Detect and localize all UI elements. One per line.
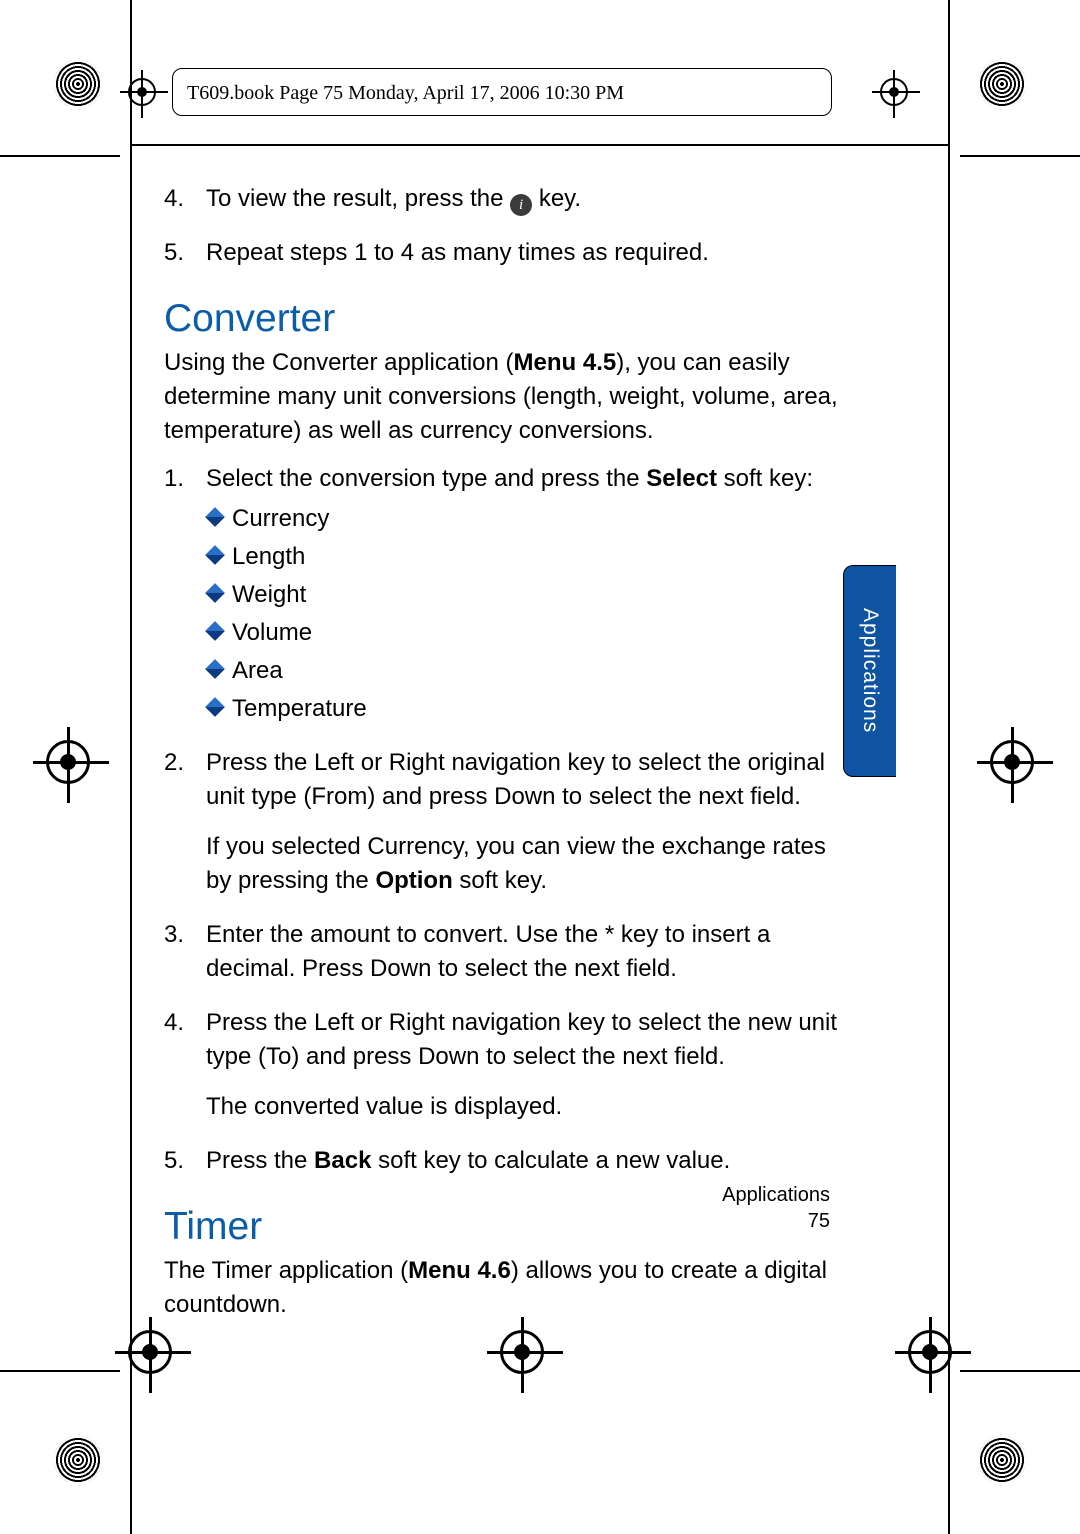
footer-page-number: 75 bbox=[670, 1208, 830, 1234]
list-item: 4. To view the result, press the i key. bbox=[164, 182, 844, 216]
i-key-icon: i bbox=[510, 194, 532, 216]
list-item: 2. Press the Left or Right navigation ke… bbox=[164, 746, 844, 898]
registration-mark-icon bbox=[880, 78, 908, 106]
bullet-item: Volume bbox=[206, 616, 844, 650]
list-item: 3. Enter the amount to convert. Use the … bbox=[164, 918, 844, 986]
bullet-item: Currency bbox=[206, 502, 844, 536]
list-item: 1. Select the conversion type and press … bbox=[164, 462, 844, 726]
bullet-item: Weight bbox=[206, 578, 844, 612]
crop-rule bbox=[960, 1370, 1080, 1372]
crop-rule bbox=[960, 155, 1080, 157]
registration-mark-icon bbox=[990, 740, 1034, 784]
bullet-item: Area bbox=[206, 654, 844, 688]
paragraph: Using the Converter application (Menu 4.… bbox=[164, 346, 844, 448]
crop-rule bbox=[0, 155, 120, 157]
paragraph: If you selected Currency, you can view t… bbox=[206, 830, 844, 898]
registration-mark-icon bbox=[908, 1330, 952, 1374]
bullet-item: Temperature bbox=[206, 692, 844, 726]
section-heading: Converter bbox=[164, 302, 844, 336]
menu-ref: Menu 4.5 bbox=[514, 349, 617, 376]
header-text: T609.book Page 75 Monday, April 17, 2006… bbox=[187, 82, 624, 104]
text: To view the result, press the bbox=[206, 185, 510, 212]
spiral-icon bbox=[54, 60, 102, 108]
page-body: 4. To view the result, press the i key. … bbox=[164, 182, 844, 1336]
registration-mark-icon bbox=[128, 78, 156, 106]
bullet-item: Length bbox=[206, 540, 844, 574]
item-number: 4. bbox=[164, 1006, 184, 1040]
bullet-list: Currency Length Weight Volume Area Tempe… bbox=[206, 502, 844, 726]
text: key. bbox=[539, 185, 581, 212]
tab-label: Applications bbox=[859, 608, 882, 733]
item-number: 5. bbox=[164, 1144, 184, 1178]
menu-ref: Menu 4.6 bbox=[408, 1257, 511, 1284]
item-number: 2. bbox=[164, 746, 184, 780]
list-item: 5. Press the Back soft key to calculate … bbox=[164, 1144, 844, 1178]
running-header: T609.book Page 75 Monday, April 17, 2006… bbox=[172, 68, 832, 116]
spiral-icon bbox=[54, 1436, 102, 1484]
section-tab: Applications bbox=[843, 565, 896, 777]
registration-mark-icon bbox=[128, 1330, 172, 1374]
paragraph: The Timer application (Menu 4.6) allows … bbox=[164, 1254, 844, 1322]
crop-rail-left bbox=[130, 0, 132, 1534]
crop-rule bbox=[0, 1370, 120, 1372]
numbered-list: 4. To view the result, press the i key. … bbox=[164, 182, 844, 270]
footer-section: Applications bbox=[670, 1182, 830, 1208]
list-item: 5. Repeat steps 1 to 4 as many times as … bbox=[164, 236, 844, 270]
spiral-icon bbox=[978, 1436, 1026, 1484]
text: Repeat steps 1 to 4 as many times as req… bbox=[206, 239, 709, 266]
header-rule bbox=[130, 144, 950, 146]
registration-mark-icon bbox=[46, 740, 90, 784]
item-number: 1. bbox=[164, 462, 184, 496]
item-number: 4. bbox=[164, 182, 184, 216]
paragraph: The converted value is displayed. bbox=[206, 1090, 844, 1124]
list-item: 4. Press the Left or Right navigation ke… bbox=[164, 1006, 844, 1124]
page-footer: Applications 75 bbox=[670, 1182, 830, 1234]
item-number: 5. bbox=[164, 236, 184, 270]
numbered-list: 1. Select the conversion type and press … bbox=[164, 462, 844, 1178]
spiral-icon bbox=[978, 60, 1026, 108]
crop-rail-right bbox=[948, 0, 950, 1534]
item-number: 3. bbox=[164, 918, 184, 952]
registration-mark-icon bbox=[500, 1330, 544, 1374]
